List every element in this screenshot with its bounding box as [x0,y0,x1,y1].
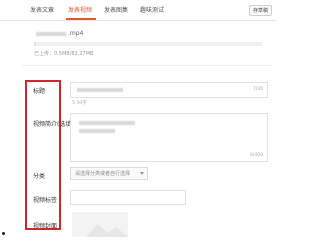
tab-publish-gallery[interactable]: 发表图集 [104,5,128,14]
tab-fun-quiz[interactable]: 趣味测试 [140,5,164,14]
category-select-placeholder: 请选择分类或者自行选择 [75,171,131,177]
blurred-filename [36,31,66,36]
intro-line-1 [79,121,135,125]
upload-filename: .mp4 [36,30,83,37]
filename-extension: .mp4 [68,30,84,37]
title-length-hint: 5-30字 [72,101,87,106]
image-placeholder-icon [86,224,128,237]
category-select[interactable]: 请选择分类或者自行选择 [70,167,148,180]
cover-upload-area[interactable] [72,212,128,237]
intro-textarea[interactable]: 0/400 [70,113,268,162]
title-input-value [77,88,123,92]
title-input[interactable]: 7/30 [70,82,268,98]
tags-input[interactable] [70,190,186,205]
save-draft-button[interactable]: 存草稿 [248,5,272,16]
tab-publish-video[interactable]: 发表视频 [68,5,92,14]
chevron-down-icon [140,172,144,175]
bullet-dot [2,232,5,235]
tab-bar: 发表文章 发表视频 发表图集 趣味测试 存草稿 [0,0,276,21]
upload-progress-bar [34,42,262,46]
active-tab-indicator [66,18,96,20]
tab-publish-article[interactable]: 发表文章 [30,5,54,14]
intro-line-2 [79,129,115,133]
upload-progress-fill [34,42,37,46]
intro-char-counter: 0/400 [250,153,263,158]
upload-status-text: 已上传：0.5MB/82.27MB [34,51,94,57]
title-char-counter: 7/30 [252,87,263,92]
label-highlight-box [25,80,61,230]
section-divider [22,65,270,66]
